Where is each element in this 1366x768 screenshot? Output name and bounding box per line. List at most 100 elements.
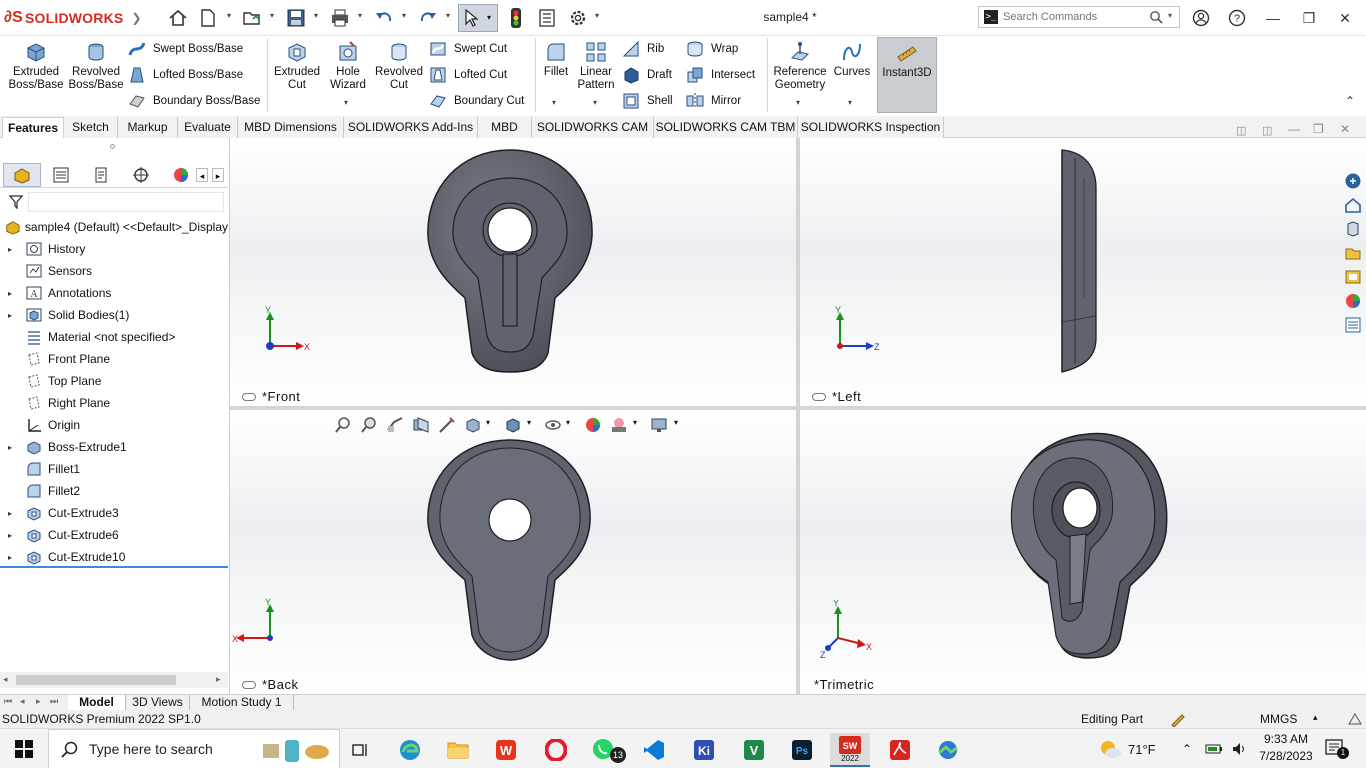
solidworks-app[interactable]: SW 2022 [830, 733, 870, 767]
scroll-left-arrow-icon[interactable]: ◂ [3, 674, 8, 685]
tab-markup[interactable]: Markup [118, 117, 178, 138]
prev-tab-icon[interactable]: ◂ [20, 696, 25, 707]
extruded-boss-button[interactable]: Extruded Boss/Base [8, 40, 64, 92]
last-tab-icon[interactable]: ⏭ [50, 696, 58, 707]
custom-properties-icon[interactable] [1342, 314, 1364, 336]
intersect-button[interactable]: Intersect [686, 65, 755, 85]
hole-wizard-button[interactable]: Hole Wizard [324, 40, 372, 92]
instant3d-button[interactable]: Instant3D [877, 37, 937, 113]
tab-3d-views[interactable]: 3D Views [126, 695, 190, 711]
curves-button[interactable]: Curves [832, 40, 872, 79]
next-tab-icon[interactable]: ▸ [36, 696, 41, 707]
viewport-splitter-horizontal[interactable] [230, 406, 1366, 410]
filter-field[interactable] [28, 192, 224, 212]
chevron-down-icon[interactable]: ▾ [446, 12, 454, 20]
select-tool-button[interactable]: ▾ [458, 4, 498, 32]
hide-show-items-icon[interactable] [544, 416, 562, 434]
traffic-light-icon[interactable] [504, 6, 528, 30]
photos-app[interactable] [928, 733, 968, 767]
windows-start-button[interactable] [0, 729, 48, 768]
file-explorer-icon[interactable] [1342, 218, 1364, 240]
options-gear-icon[interactable] [566, 6, 590, 30]
apply-scene-icon[interactable] [610, 416, 628, 434]
chevron-down-icon[interactable]: ▾ [358, 12, 366, 20]
tree-item-front-plane[interactable]: Front Plane [0, 348, 228, 370]
link-views-icon[interactable] [242, 392, 256, 401]
extruded-cut-button[interactable]: Extruded Cut [272, 40, 322, 92]
chevron-down-icon[interactable]: ▾ [402, 12, 410, 20]
vscode-app[interactable] [634, 733, 674, 767]
viewport-restore-icon[interactable]: ❐ [1313, 122, 1324, 136]
tree-item-cut-extrude10[interactable]: ▸ Cut-Extrude10 [0, 546, 228, 568]
expand-arrow-icon[interactable]: ▸ [8, 531, 18, 540]
chevron-down-icon[interactable]: ▾ [848, 98, 852, 107]
file-explorer-app[interactable] [438, 733, 478, 767]
revolved-cut-button[interactable]: Revolved Cut [374, 40, 424, 92]
search-input[interactable] [1003, 9, 1143, 25]
weather-widget[interactable]: 71°F [1098, 729, 1156, 768]
tree-item-cut-extrude3[interactable]: ▸ Cut-Extrude3 [0, 502, 228, 524]
tab-dimxpert-manager[interactable] [122, 163, 160, 187]
viewport-left[interactable]: Y Z *Left [800, 138, 1366, 406]
tree-item-cut-extrude6[interactable]: ▸ Cut-Extrude6 [0, 524, 228, 546]
wrap-button[interactable]: Wrap [686, 39, 738, 59]
filter-icon[interactable] [8, 194, 24, 210]
open-folder-icon[interactable] [240, 6, 264, 30]
tree-item-fillet1[interactable]: Fillet1 [0, 458, 228, 480]
horizontal-scrollbar[interactable]: ◂ ▸ [0, 672, 228, 688]
tab-solidworks-cam[interactable]: SOLIDWORKS CAM [532, 117, 654, 138]
battery-icon[interactable] [1205, 729, 1223, 768]
chevron-down-icon[interactable]: ▾ [796, 98, 800, 107]
chevron-down-icon[interactable]: ▾ [593, 98, 597, 107]
boundary-cut-button[interactable]: Boundary Cut [429, 91, 524, 111]
swept-cut-button[interactable]: Swept Cut [429, 39, 507, 59]
tree-item-right-plane[interactable]: Right Plane [0, 392, 228, 414]
tree-item-material-not-specified[interactable]: Material <not specified> [0, 326, 228, 348]
expand-arrow-icon[interactable]: ▸ [8, 311, 18, 320]
previous-view-icon[interactable] [386, 416, 404, 434]
customize-status-icon[interactable] [1347, 712, 1363, 726]
chevron-up-icon[interactable]: ▴ [1313, 712, 1318, 723]
zoom-to-fit-icon[interactable] [334, 416, 352, 434]
close-icon[interactable]: ✕ [1335, 8, 1355, 28]
chevron-down-icon[interactable]: ▾ [595, 12, 603, 20]
zoom-to-area-icon[interactable] [360, 416, 378, 434]
tab-feature-tree[interactable] [3, 163, 41, 187]
chevron-down-icon[interactable]: ▾ [270, 12, 278, 20]
expand-arrow-icon[interactable]: ▸ [8, 509, 18, 518]
graphics-area[interactable]: Y X *Front Y Z *Left Y X *Back Y X Z *Tr… [230, 138, 1366, 694]
viewport-trimetric[interactable]: Y X Z *Trimetric [800, 410, 1366, 694]
tree-item-sensors[interactable]: Sensors [0, 260, 228, 282]
photoshop-app[interactable]: Ps [782, 733, 822, 767]
chevron-down-icon[interactable]: ▾ [1168, 11, 1172, 20]
rebuild-icon[interactable] [1170, 711, 1186, 727]
chevron-down-icon[interactable]: ▾ [633, 418, 637, 427]
help-icon[interactable]: ? [1227, 8, 1247, 28]
mirror-button[interactable]: Mirror [686, 91, 741, 111]
chevron-down-icon[interactable]: ▾ [552, 98, 556, 107]
tab-model[interactable]: Model [68, 695, 126, 711]
reference-geometry-button[interactable]: Reference Geometry [771, 40, 829, 92]
tab-solidworks-add-ins[interactable]: SOLIDWORKS Add-Ins [344, 117, 478, 138]
search-commands-box[interactable]: >_ ▾ [978, 6, 1180, 28]
kicad-app[interactable]: Ki [684, 733, 724, 767]
viewport-splitter-vertical[interactable] [796, 138, 800, 694]
home-icon[interactable] [166, 6, 190, 30]
scenes-icon[interactable] [1342, 290, 1364, 312]
tile-left-icon[interactable]: ◫ [1236, 124, 1246, 137]
tab-sketch[interactable]: Sketch [64, 117, 118, 138]
tab-display-manager[interactable] [162, 163, 200, 187]
tree-item-top-plane[interactable]: Top Plane [0, 370, 228, 392]
section-view-icon[interactable] [412, 416, 430, 434]
design-library-icon[interactable] [1342, 194, 1364, 216]
tab-motion-study-1[interactable]: Motion Study 1 [190, 695, 294, 711]
whatsapp-app[interactable]: 13 [584, 733, 626, 767]
tab-evaluate[interactable]: Evaluate [178, 117, 238, 138]
show-hidden-icons-icon[interactable]: ⌃ [1182, 729, 1192, 768]
view-orientation-icon[interactable] [464, 416, 482, 434]
tree-item-origin[interactable]: Origin [0, 414, 228, 436]
scroll-left-icon[interactable]: ◂ [196, 168, 208, 182]
expand-arrow-icon[interactable]: ▸ [8, 443, 18, 452]
dynamic-annotation-icon[interactable] [438, 416, 456, 434]
rib-button[interactable]: Rib [622, 39, 664, 59]
